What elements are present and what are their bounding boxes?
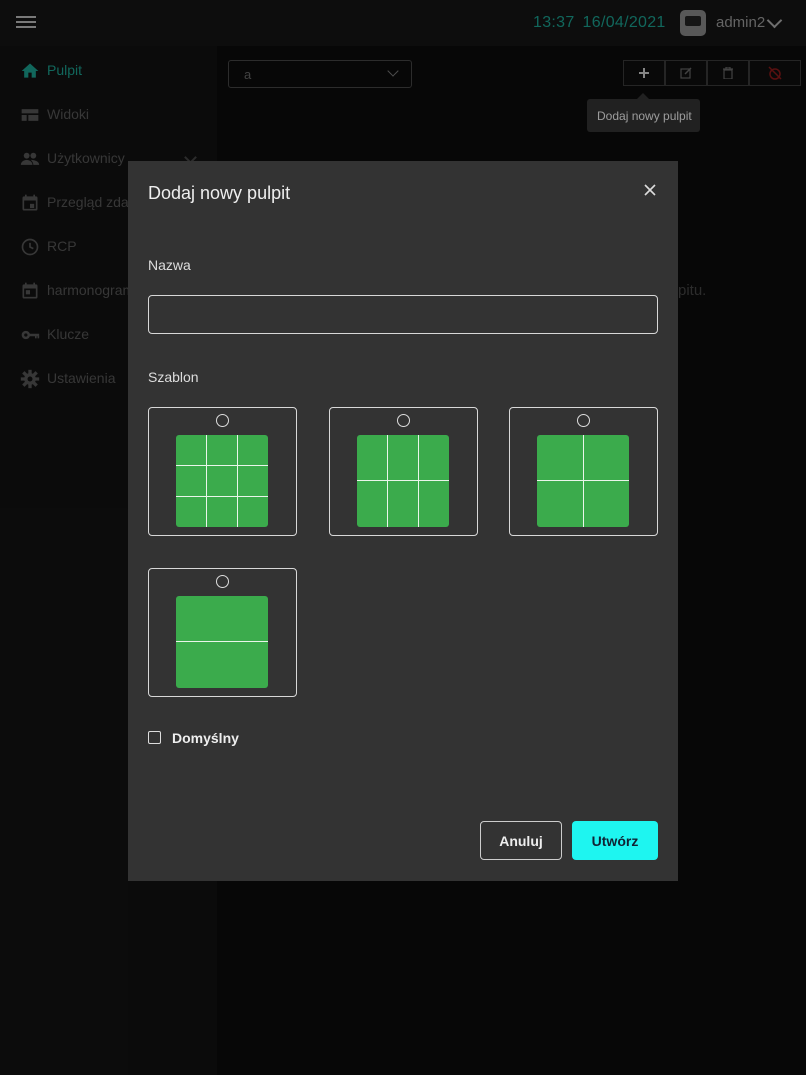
create-button[interactable]: Utwórz (572, 821, 658, 860)
cancel-button[interactable]: Anuluj (480, 821, 562, 860)
close-icon[interactable] (640, 180, 660, 200)
name-input[interactable] (148, 295, 658, 334)
template-label: Szablon (148, 369, 199, 385)
template-option-2x2[interactable] (509, 407, 658, 536)
template-option-1x2[interactable] (148, 568, 297, 697)
add-dashboard-dialog: Dodaj nowy pulpit Nazwa Szablon Domyślny (128, 161, 678, 881)
template-radio[interactable] (216, 575, 229, 588)
default-checkbox-label: Domyślny (172, 730, 239, 746)
template-option-3x2[interactable] (329, 407, 478, 536)
template-radio[interactable] (216, 414, 229, 427)
template-option-3x3[interactable] (148, 407, 297, 536)
template-radio[interactable] (577, 414, 590, 427)
default-checkbox[interactable] (148, 731, 161, 744)
dialog-title: Dodaj nowy pulpit (148, 183, 291, 203)
template-radio[interactable] (397, 414, 410, 427)
name-label: Nazwa (148, 257, 191, 273)
template-preview-3x2 (357, 435, 449, 527)
template-preview-3x3 (176, 435, 268, 527)
template-preview-1x2 (176, 596, 268, 688)
template-preview-2x2 (537, 435, 629, 527)
